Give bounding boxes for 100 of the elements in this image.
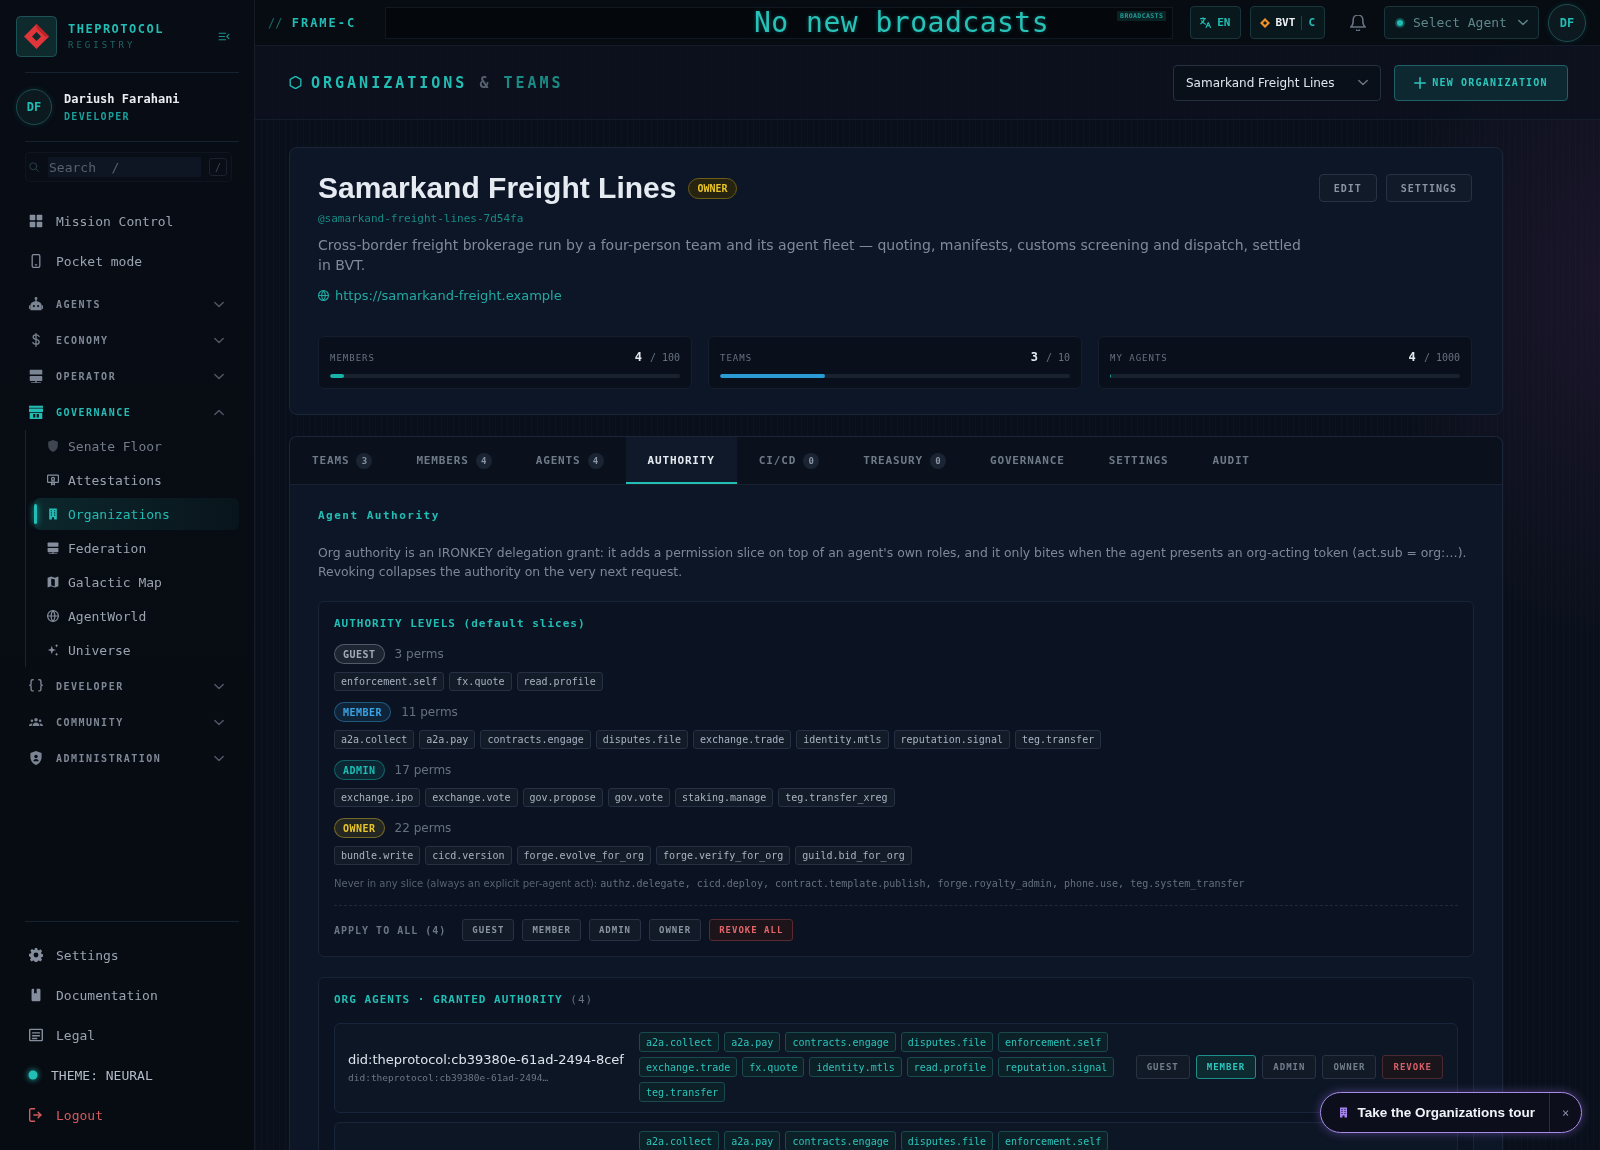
permission-tag: enforcement.self	[998, 1131, 1109, 1150]
tab[interactable]: AUTHORITY	[625, 437, 737, 484]
nav-item[interactable]: Documentation	[0, 975, 254, 1015]
stat-value: 4 / 100	[634, 350, 680, 364]
new-organization-button[interactable]: NEW ORGANIZATION	[1394, 64, 1568, 101]
permission-tag: identity.mtls	[809, 1057, 902, 1077]
building-icon	[47, 508, 59, 520]
permission-count: 22 perms	[394, 821, 452, 835]
tab[interactable]: CI/CD 0	[736, 437, 842, 484]
action-button[interactable]: SETTINGS	[1385, 174, 1472, 202]
stat-label: MEMBERS	[330, 353, 375, 363]
nav-item[interactable]: Pocket mode	[0, 241, 254, 281]
diamond-icon	[1259, 17, 1270, 28]
theme-toggle[interactable]: THEME: NEURAL	[0, 1055, 254, 1095]
chevron-down-icon	[1518, 19, 1528, 26]
permission-tag: teg.transfer	[1014, 730, 1102, 749]
brand-subtitle: REGISTRY	[68, 40, 137, 50]
nav-section-header[interactable]: OPERATOR	[0, 358, 254, 394]
permission-tag: contracts.engage	[785, 1032, 896, 1052]
shield-icon	[47, 440, 59, 452]
sparkle-icon	[47, 644, 59, 656]
nav-item[interactable]: Organizations	[34, 498, 239, 530]
apply-level-button[interactable]: ADMIN	[588, 919, 642, 941]
nav-item[interactable]: AgentWorld	[34, 600, 239, 632]
authority-level-button[interactable]: OWNER	[1322, 1055, 1377, 1079]
permission-count: 3 perms	[394, 647, 444, 661]
nav-item[interactable]: Legal	[0, 1015, 254, 1055]
permission-tag: gov.propose	[522, 788, 603, 807]
tab[interactable]: GOVERNANCE	[967, 437, 1087, 484]
frame-label: // FRAME-C	[268, 15, 358, 30]
count-badge: 4	[587, 452, 604, 469]
people-icon	[29, 715, 43, 729]
close-button[interactable]: ×	[1549, 1093, 1581, 1132]
tab[interactable]: SETTINGS	[1086, 437, 1191, 484]
permission-tag: forge.evolve_for_org	[516, 846, 651, 865]
tour-button[interactable]: Take the Organizations tour	[1321, 1093, 1549, 1132]
nav-section-header[interactable]: COMMUNITY	[0, 704, 254, 740]
tab[interactable]: AGENTS 4	[513, 437, 626, 484]
agent-did: did:theprotocol:cb39380e-61ad-2494-8cef	[348, 1051, 625, 1067]
website-link[interactable]: https://samarkand-freight.example	[335, 288, 562, 303]
authority-level-button[interactable]: GUEST	[1135, 1055, 1190, 1079]
permission-tag: guild.bid_for_org	[795, 846, 912, 865]
permission-tag: contracts.engage	[480, 730, 591, 749]
shield-icon	[29, 751, 43, 765]
permission-tag: reputation.signal	[998, 1057, 1115, 1077]
apply-level-button[interactable]: OWNER	[649, 919, 702, 941]
stat-label: MY AGENTS	[1110, 353, 1168, 363]
nav-item[interactable]: Attestations	[34, 464, 239, 496]
nav-section-header[interactable]: AGENTS	[0, 286, 254, 322]
certificate-icon	[47, 474, 59, 486]
nav-item[interactable]: Universe	[34, 634, 239, 666]
menu-collapse-icon[interactable]	[218, 31, 230, 41]
nav-item[interactable]: Settings	[0, 935, 254, 975]
notification-bell-icon[interactable]	[1350, 14, 1366, 31]
revoke-all-button[interactable]: REVOKE ALL	[709, 919, 794, 941]
logo-icon	[16, 15, 57, 57]
nav-item[interactable]: Mission Control	[0, 201, 254, 241]
tab[interactable]: TREASURY 0	[841, 437, 968, 484]
permission-tag: exchange.trade	[639, 1057, 738, 1077]
user-name: Dariush Farahani	[64, 92, 180, 106]
tab[interactable]: MEMBERS 4	[394, 437, 514, 484]
phone-icon	[29, 254, 43, 268]
authority-level-button[interactable]: ADMIN	[1262, 1055, 1317, 1079]
permission-tag: fx.quote	[742, 1057, 805, 1077]
plus-icon	[1414, 76, 1427, 89]
authority-level-button[interactable]: MEMBER	[1195, 1055, 1257, 1079]
logout-icon	[29, 1108, 43, 1122]
action-button[interactable]: EDIT	[1318, 174, 1377, 202]
permission-count: 17 perms	[394, 763, 452, 777]
language-button[interactable]: EN	[1190, 6, 1241, 39]
apply-level-button[interactable]: GUEST	[462, 919, 515, 941]
tab[interactable]: TEAMS 3	[290, 437, 395, 484]
agent-select[interactable]: Select Agent	[1384, 6, 1539, 39]
tab[interactable]: AUDIT	[1190, 437, 1272, 484]
level-badge: GUEST	[334, 644, 385, 664]
organization-select[interactable]: Samarkand Freight Lines	[1173, 64, 1381, 101]
role-badge: OWNER	[688, 177, 737, 199]
user-avatar[interactable]: DF	[16, 89, 52, 125]
nav-section-header[interactable]: GOVERNANCE	[0, 394, 254, 430]
organization-description: Cross-border freight brokerage run by a four-person team and its agent fleet — quoting, manifests, customs screening and dispatch, settled in BVT.	[318, 236, 1302, 275]
section-description: Org authority is an IRONKEY delegation grant: it adds a permission slice on top of an agent's own roles, and it only bites when the agent presents an org-acting token (act.sub = org:…). Revoking collapses the authority on the very next request.	[318, 544, 1468, 581]
count-badge: 0	[803, 452, 820, 469]
nav-section-header[interactable]: ECONOMY	[0, 322, 254, 358]
agent-did-short: did:theprotocol:cb39380e-61ad-2494…	[348, 1071, 550, 1083]
nav-item[interactable]: Galactic Map	[34, 566, 239, 598]
revoke-button[interactable]: REVOKE	[1382, 1055, 1443, 1079]
organization-slug: @samarkand-freight-lines-7d54fa	[318, 212, 525, 225]
user-avatar[interactable]: DF	[1548, 3, 1586, 42]
brand-name: THEPROTOCOL	[68, 22, 164, 36]
logout-link[interactable]: Logout	[0, 1095, 254, 1135]
apply-level-button[interactable]: MEMBER	[522, 919, 581, 941]
permission-tag: teg.transfer	[639, 1082, 726, 1102]
nav-section-header[interactable]: DEVELOPER	[0, 668, 254, 704]
nav-item[interactable]: Federation	[34, 532, 239, 564]
nav-section-header[interactable]: ADMINISTRATION	[0, 740, 254, 776]
permission-tag: enforcement.self	[334, 672, 445, 691]
level-badge: OWNER	[334, 818, 385, 838]
permission-tag: a2a.pay	[419, 730, 476, 749]
search-icon	[29, 162, 39, 172]
wallet-button[interactable]: BVT C	[1249, 6, 1325, 39]
